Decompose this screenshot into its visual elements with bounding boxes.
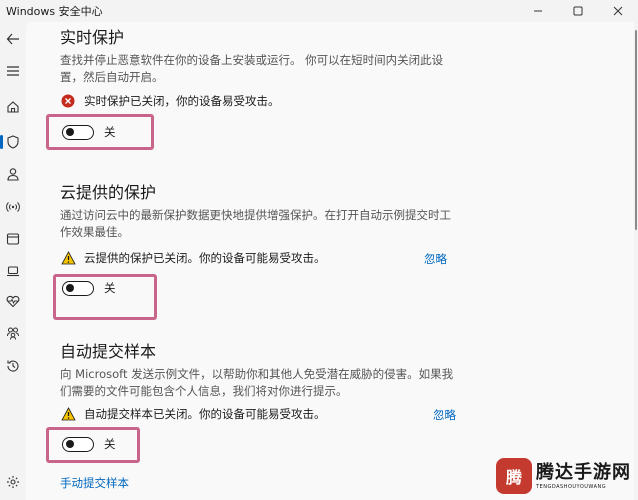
dismiss-link[interactable]: 忽略 [424, 251, 447, 267]
sidebar-item-account[interactable] [4, 165, 22, 183]
error-icon [60, 93, 76, 109]
sidebar-item-history[interactable] [4, 357, 22, 375]
section-description: 向 Microsoft 发送示例文件，以帮助你和其他人免受潜在威胁的侵害。如果我… [60, 367, 454, 398]
maximize-button[interactable] [558, 0, 598, 22]
title-bar: Windows 安全中心 [0, 0, 638, 22]
home-icon [7, 101, 19, 113]
minimize-icon [534, 10, 542, 12]
manual-submit-link[interactable]: 手动提交样本 [60, 475, 129, 491]
watermark-sub-text: TENGDASHOUYOUWANG [536, 484, 607, 490]
shield-icon [7, 135, 19, 149]
section-description: 查找并停止恶意软件在你的设备上安装或运行。 你可以在短时间内关闭此设置，然后自动… [60, 53, 444, 84]
toggle-label: 关 [104, 437, 116, 451]
window-controls [518, 0, 638, 22]
status-text: 实时保护已关闭，你的设备易受攻击。 [84, 94, 280, 108]
watermark: 腾 腾达手游网 TENGDASHOUYOUWANG [496, 456, 632, 496]
watermark-main-text: 腾达手游网 [536, 462, 631, 483]
sidebar-item-home[interactable] [4, 98, 22, 116]
warning-icon [60, 250, 76, 266]
back-arrow-icon [6, 33, 19, 45]
section-auto-sample-submission: 自动提交样本 向 Microsoft 发送示例文件，以帮助你和其他人免受潜在威胁… [60, 342, 460, 400]
status-message: 自动提交样本已关闭。你的设备可能易受攻击。 [60, 406, 326, 422]
minimize-button[interactable] [518, 0, 558, 22]
real-time-protection-toggle[interactable]: 关 [62, 124, 116, 140]
section-cloud-protection: 云提供的保护 通过访问云中的最新保护数据更快地提供增强保护。在打开自动示例提交时… [60, 183, 460, 241]
family-icon [7, 327, 19, 340]
sidebar-item-firewall[interactable] [4, 198, 22, 216]
watermark-logo: 腾 [496, 458, 532, 494]
person-icon [7, 168, 19, 181]
close-button[interactable] [598, 0, 638, 22]
sidebar-item-family[interactable] [4, 324, 22, 342]
section-title: 实时保护 [60, 28, 125, 47]
toggle-knob [66, 440, 74, 448]
scroll-thumb[interactable] [635, 30, 637, 230]
status-message: 云提供的保护已关闭。你的设备可能易受攻击。 [60, 250, 326, 266]
status-text: 自动提交样本已关闭。你的设备可能易受攻击。 [84, 407, 326, 421]
sidebar-item-device-security[interactable] [4, 262, 22, 280]
window-title: Windows 安全中心 [6, 5, 103, 18]
back-button[interactable] [4, 30, 22, 48]
toggle-label: 关 [104, 281, 116, 295]
maximize-icon [573, 6, 583, 16]
scrollbar[interactable] [634, 22, 638, 500]
section-real-time-protection: 实时保护 查找并停止恶意软件在你的设备上安装或运行。 你可以在短时间内关闭此设置… [60, 28, 460, 86]
section-title: 自动提交样本 [60, 342, 157, 361]
toggle-knob [66, 128, 74, 136]
sidebar-item-app-browser[interactable] [4, 230, 22, 248]
hamburger-menu-icon [7, 66, 19, 76]
wifi-antenna-icon [6, 202, 20, 212]
cloud-protection-toggle[interactable]: 关 [62, 280, 116, 296]
main-content: 实时保护 查找并停止恶意软件在你的设备上安装或运行。 你可以在短时间内关闭此设置… [26, 22, 634, 500]
sidebar-item-settings[interactable] [4, 473, 22, 491]
sidebar-item-virus-protection[interactable] [4, 133, 22, 151]
history-icon [7, 360, 19, 372]
toggle-knob [66, 284, 74, 292]
toggle-label: 关 [104, 125, 116, 139]
sidebar [0, 22, 26, 500]
status-text: 云提供的保护已关闭。你的设备可能易受攻击。 [84, 251, 326, 265]
app-browser-icon [6, 233, 20, 245]
auto-sample-toggle[interactable]: 关 [62, 436, 116, 452]
toggle-switch[interactable] [62, 436, 94, 452]
section-description: 通过访问云中的最新保护数据更快地提供增强保护。在打开自动示例提交时工作效果最佳。 [60, 208, 451, 239]
close-icon [613, 6, 623, 16]
toggle-switch[interactable] [62, 124, 94, 140]
toggle-switch[interactable] [62, 280, 94, 296]
dismiss-link[interactable]: 忽略 [433, 407, 456, 423]
watermark-text: 腾达手游网 TENGDASHOUYOUWANG [536, 462, 631, 490]
section-title: 云提供的保护 [60, 183, 157, 202]
active-indicator [0, 135, 3, 149]
sidebar-item-device-health[interactable] [4, 292, 22, 310]
menu-button[interactable] [4, 62, 22, 80]
status-message: 实时保护已关闭，你的设备易受攻击。 [60, 93, 280, 109]
laptop-icon [7, 266, 19, 277]
warning-icon [60, 406, 76, 422]
heart-health-icon [6, 295, 20, 308]
settings-gear-icon [7, 476, 19, 488]
